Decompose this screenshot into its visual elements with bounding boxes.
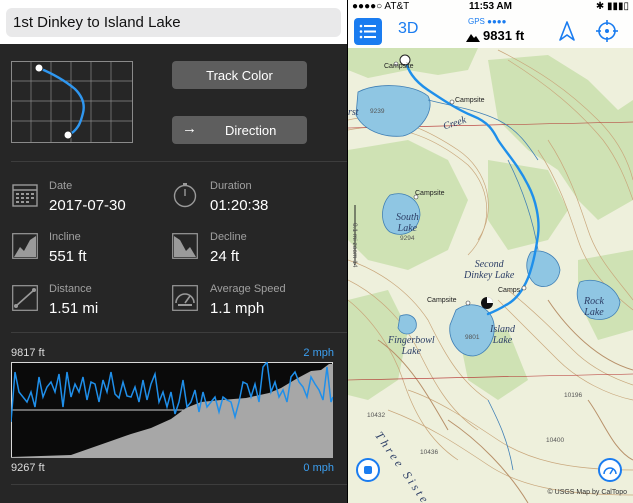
title-bar: 1st Dinkey to Island Lake <box>0 0 347 44</box>
decline-value: 24 ft <box>210 248 240 265</box>
elevation-label: 10400 <box>546 437 565 444</box>
thumbnail-end-marker <box>63 130 73 140</box>
calendar-icon <box>12 184 38 207</box>
lake-island <box>449 304 495 357</box>
distance-label: Distance <box>49 283 92 295</box>
track-detail-panel: 1st Dinkey to Island Lake Track Color → … <box>0 0 347 503</box>
map-label-rock-lake: Rock Lake <box>584 296 604 318</box>
speed-min-label: 0 mph <box>303 462 334 474</box>
speedometer-icon <box>172 285 198 311</box>
divider <box>11 484 347 485</box>
topo-map-canvas[interactable] <box>348 0 633 503</box>
elevation-max-label: 9817 ft <box>11 347 45 359</box>
map-label-second-dinkey-lake: Second Dinkey Lake <box>464 259 515 281</box>
battery-icon: ✱ ▮▮▮▯ <box>595 1 629 12</box>
incline-label: Incline <box>49 231 81 243</box>
incline-icon <box>12 233 38 259</box>
duration-label: Duration <box>210 180 252 192</box>
locate-me-icon[interactable] <box>596 20 618 42</box>
campsite-marker <box>521 285 527 291</box>
campsite-label: Camps <box>498 287 521 294</box>
map-label-island-lake: Island Lake <box>490 324 515 346</box>
track-thumbnail <box>11 61 133 143</box>
divider <box>11 161 347 162</box>
elevation-label: 10196 <box>564 392 583 399</box>
3d-view-button[interactable]: 3D <box>398 20 418 38</box>
map-label-south-lake: South Lake <box>396 212 419 234</box>
speed-max-label: 2 mph <box>303 347 334 359</box>
date-label: Date <box>49 180 73 192</box>
list-icon <box>359 24 376 39</box>
avg-speed-label: Average Speed <box>210 283 286 295</box>
status-time: 11:53 AM <box>469 1 512 12</box>
avg-speed-value: 1.1 mph <box>210 300 265 317</box>
track-color-label: Track Color <box>206 68 273 83</box>
direction-button[interactable]: → Direction <box>172 116 307 144</box>
campsite-marker <box>449 99 455 105</box>
ios-status-bar: ●●●●○ AT&T 11:53 AM ✱ ▮▮▮▯ <box>348 0 633 14</box>
elevation-label: 9294 <box>400 235 415 242</box>
mountain-icon <box>466 34 480 42</box>
map-toolbar: 3D GPS ●●●● 9831 ft <box>348 14 633 48</box>
campsite-label: Campsite <box>455 97 485 104</box>
decline-icon <box>172 233 198 259</box>
campsite-label: Campsite <box>415 190 445 197</box>
scale-bar-label: 0.1 mi zoom 14 <box>351 223 358 268</box>
topo-map-view[interactable]: Campsite Campsite Campsite Campsite Camp… <box>348 0 633 503</box>
arrow-right-icon: → <box>182 120 197 137</box>
campsite-label: Campsite <box>427 297 457 304</box>
date-value: 2017-07-30 <box>49 197 126 214</box>
elevation-label: 10436 <box>420 449 439 456</box>
stopwatch-icon <box>173 183 197 208</box>
campsite-marker <box>465 300 471 306</box>
map-credit: © USGS Map by CalTopo <box>547 489 627 496</box>
speedometer-button[interactable] <box>598 458 622 482</box>
speedometer-icon <box>603 467 617 475</box>
track-title: 1st Dinkey to Island Lake <box>13 14 181 31</box>
thumbnail-start-marker <box>34 63 44 73</box>
thumbnail-track-line <box>38 66 85 137</box>
track-color-button[interactable]: Track Color <box>172 61 307 89</box>
elevation-label: 9801 <box>465 334 480 341</box>
direction-label: Direction <box>225 123 277 138</box>
duration-value: 01:20:38 <box>210 197 269 214</box>
navigation-arrow-icon[interactable] <box>556 20 578 42</box>
decline-label: Decline <box>210 231 247 243</box>
record-stop-button[interactable] <box>356 458 380 482</box>
map-label-first-dinkey-partial: rst <box>348 107 359 118</box>
current-elevation: 9831 ft <box>483 28 525 43</box>
elevation-speed-profile-chart <box>11 362 333 458</box>
map-label-fingerbowl-lake: Fingerbowl Lake <box>388 335 435 357</box>
elevation-label: 10432 <box>367 412 386 419</box>
gps-signal-indicator: GPS ●●●● <box>468 17 507 26</box>
list-menu-button[interactable] <box>354 18 382 45</box>
elevation-min-label: 9267 ft <box>11 462 45 474</box>
incline-value: 551 ft <box>49 248 87 265</box>
lake-fingerbowl <box>397 314 417 335</box>
campsite-label: Campsite <box>384 63 414 70</box>
divider <box>11 332 347 333</box>
elevation-label: 9239 <box>370 108 385 115</box>
track-title-field[interactable]: 1st Dinkey to Island Lake <box>6 8 341 37</box>
distance-value: 1.51 mi <box>49 300 99 317</box>
distance-icon <box>12 285 38 311</box>
